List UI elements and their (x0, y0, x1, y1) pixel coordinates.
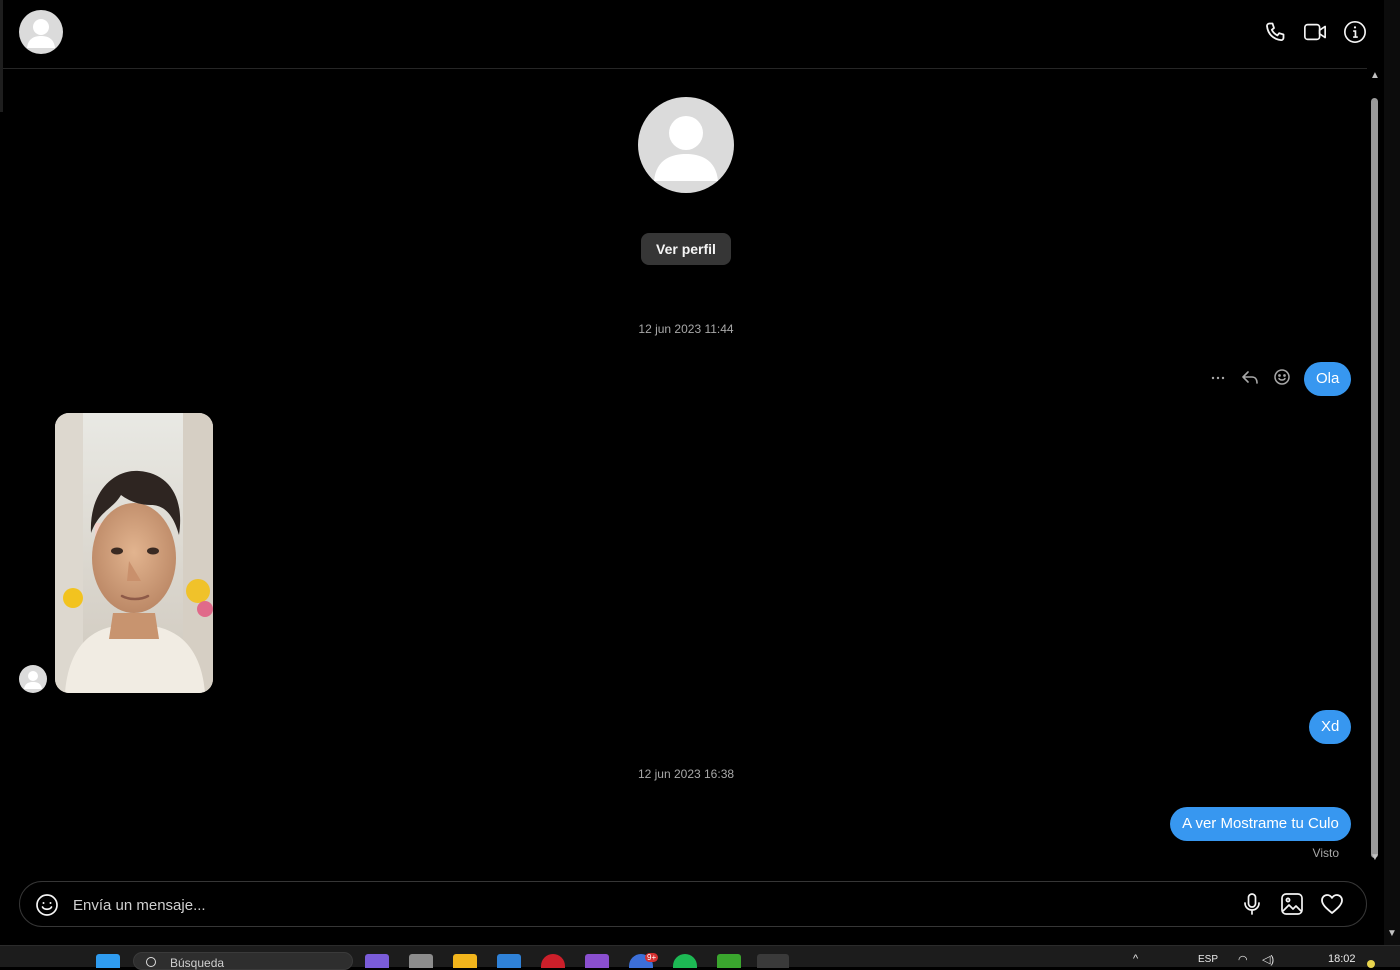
react-icon (1274, 369, 1290, 385)
header-actions (1263, 16, 1367, 48)
video-call-button[interactable] (1303, 16, 1327, 48)
sender-avatar[interactable] (19, 665, 47, 693)
default-avatar-icon (19, 10, 63, 54)
composer-actions (1240, 892, 1344, 916)
file-explorer-app-icon[interactable] (409, 954, 433, 968)
taskbar-search-placeholder: Búsqueda (170, 956, 225, 970)
message-timestamp: 12 jun 2023 16:38 (637, 767, 735, 781)
message-composer (19, 881, 1367, 927)
send-like-button[interactable] (1320, 892, 1344, 916)
sent-message-bubble[interactable]: A ver Mostrame tu Culo (1170, 807, 1351, 841)
window-scroll-down-arrow-icon[interactable]: ▼ (1386, 928, 1398, 940)
thread-scrollbar[interactable]: ▲ ▼ (1368, 70, 1382, 867)
conversation-info-button[interactable] (1343, 16, 1367, 48)
network-icon[interactable]: ◠ (1238, 953, 1248, 966)
active-app-icon[interactable] (757, 954, 789, 968)
phone-icon (1266, 22, 1285, 41)
taskbar-search[interactable]: Búsqueda (133, 952, 353, 970)
os-taskbar: Búsqueda 9+ ^ ESP ◠ ◁) 18:02 (0, 945, 1400, 970)
tray-chevron-icon[interactable]: ^ (1133, 953, 1138, 965)
more-icon (1211, 376, 1225, 380)
selfie-photo-icon (55, 413, 213, 693)
info-icon (1344, 21, 1366, 43)
scroll-down-arrow-icon[interactable]: ▼ (1368, 852, 1382, 864)
chat-header (3, 0, 1367, 69)
default-avatar-icon (19, 665, 47, 693)
heart-icon (1321, 894, 1343, 914)
emoji-picker-button[interactable] (35, 893, 59, 917)
phone-call-button[interactable] (1263, 16, 1287, 48)
scroll-up-arrow-icon[interactable]: ▲ (1368, 70, 1382, 82)
profile-avatar[interactable] (638, 97, 734, 193)
minecraft-icon[interactable] (717, 954, 741, 968)
window-right-edge (1384, 0, 1400, 945)
react-button[interactable] (1272, 367, 1292, 387)
folder-icon[interactable] (453, 954, 477, 968)
reply-icon (1242, 371, 1258, 384)
start-menu-icon[interactable] (96, 954, 120, 968)
voice-message-button[interactable] (1240, 892, 1264, 916)
received-photo-message[interactable] (55, 413, 213, 693)
clock-time[interactable]: 18:02 (1328, 953, 1356, 965)
reply-button[interactable] (1240, 367, 1260, 387)
scroll-thumb[interactable] (1371, 98, 1378, 858)
microphone-icon (1244, 893, 1260, 915)
volume-icon[interactable]: ◁) (1262, 953, 1274, 966)
seen-status: Visto (1312, 846, 1339, 860)
header-avatar[interactable] (19, 10, 63, 54)
message-input[interactable] (71, 890, 1225, 920)
sent-message-bubble[interactable]: Ola (1304, 362, 1351, 396)
sent-message-bubble[interactable]: Xd (1309, 710, 1351, 744)
spotify-icon[interactable] (673, 954, 697, 968)
opera-icon[interactable] (541, 954, 565, 968)
search-icon (146, 957, 156, 967)
notification-badge: 9+ (645, 953, 659, 962)
language-indicator[interactable]: ESP (1198, 954, 1218, 965)
image-icon (1281, 893, 1303, 915)
video-icon (1304, 23, 1326, 41)
more-options-button[interactable] (1208, 367, 1228, 387)
message-timestamp: 12 jun 2023 11:44 (638, 322, 734, 336)
view-profile-button[interactable]: Ver perfil (641, 233, 731, 265)
emoji-icon (36, 894, 58, 916)
default-avatar-icon (638, 97, 734, 193)
message-hover-actions (1208, 367, 1292, 387)
store-icon[interactable] (497, 954, 521, 968)
copilot-icon[interactable] (365, 954, 389, 968)
send-image-button[interactable] (1280, 892, 1304, 916)
message-thread: Ver perfil 12 jun 2023 11:44 Ola Xd 12 j… (3, 70, 1367, 870)
visual-studio-icon[interactable] (585, 954, 609, 968)
